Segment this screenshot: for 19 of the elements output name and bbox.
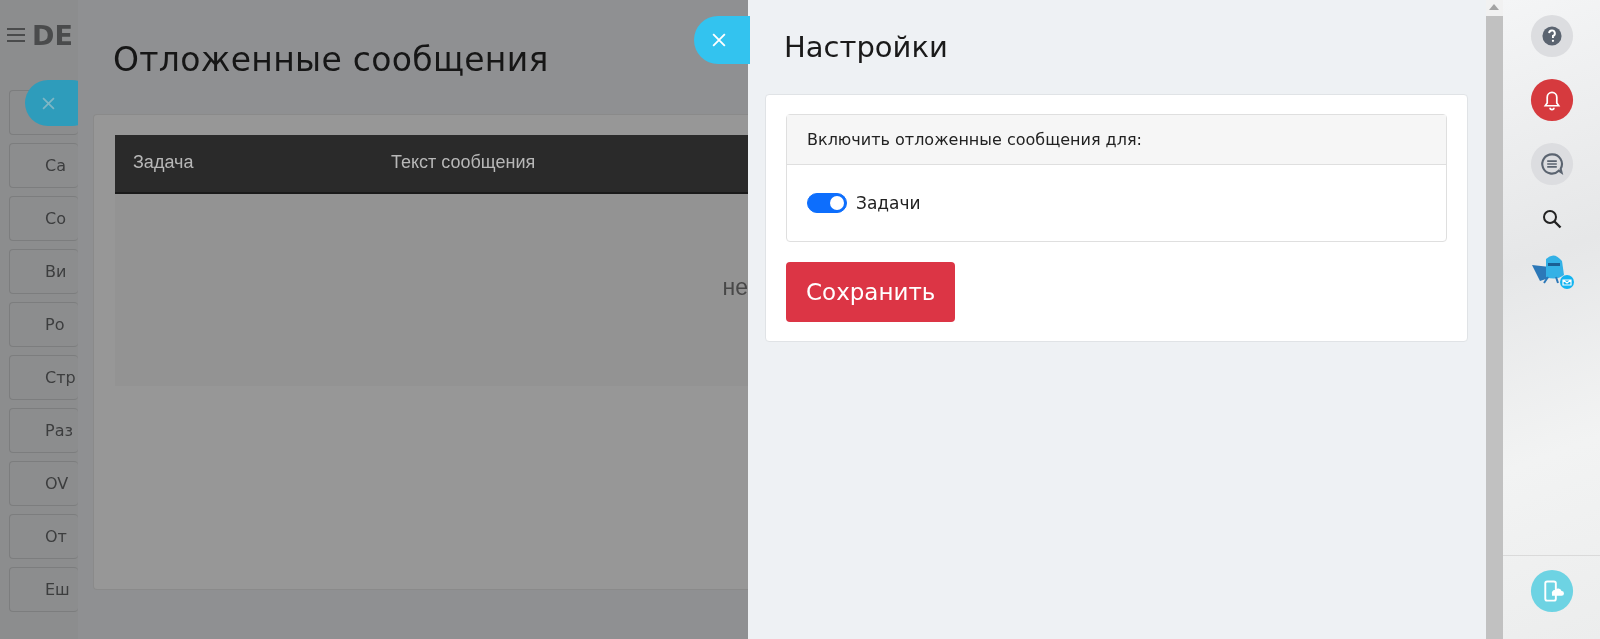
toggle-label: Задачи xyxy=(856,193,921,213)
close-button[interactable] xyxy=(694,16,750,64)
menu-icon[interactable] xyxy=(6,27,26,43)
help-icon[interactable] xyxy=(1528,13,1575,59)
app-title: DE xyxy=(32,19,73,51)
chat-icon[interactable] xyxy=(1528,141,1575,187)
scroll-up-icon[interactable] xyxy=(1489,4,1499,10)
panel-title: Отложенные сообщения xyxy=(113,40,549,79)
scrollbar[interactable] xyxy=(1485,0,1503,639)
bell-icon[interactable] xyxy=(1528,77,1575,123)
panel-title: Настройки xyxy=(784,30,949,64)
close-icon xyxy=(712,33,726,47)
column-header: Текст сообщения xyxy=(391,152,536,173)
save-button[interactable]: Сохранить xyxy=(786,262,956,322)
empty-message: не xyxy=(722,274,748,301)
column-header: Задача xyxy=(133,152,194,173)
close-icon xyxy=(42,96,55,110)
section-title: Включить отложенные сообщения для: xyxy=(807,130,1142,149)
toggle-switch[interactable] xyxy=(807,193,847,213)
